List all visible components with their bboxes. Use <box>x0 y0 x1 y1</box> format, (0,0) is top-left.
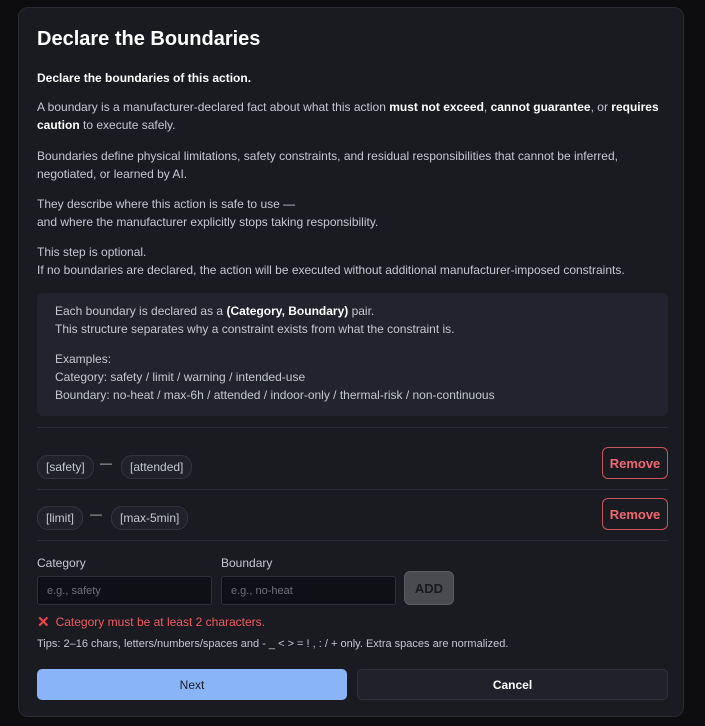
category-label: Category <box>37 556 86 570</box>
boundary-purpose-text: Boundaries define physical limitations, … <box>37 149 618 181</box>
examples-boundary: Boundary: no-heat / max-6h / attended / … <box>55 388 495 402</box>
error-text: Category must be at least 2 characters. <box>55 615 266 629</box>
boundary-tag: [max-5min] <box>111 506 189 530</box>
separator: — <box>90 507 102 521</box>
dialog-title: Declare the Boundaries <box>37 28 261 50</box>
info-box: Each boundary is declared as a (Category… <box>37 293 668 416</box>
separator: — <box>100 456 112 470</box>
next-button[interactable]: Next <box>37 669 347 700</box>
optional-step-text: This step is optional. If no boundaries a… <box>37 245 625 277</box>
examples-heading: Examples: <box>55 352 112 366</box>
x-mark-icon: ✕ <box>37 614 50 631</box>
boundary-label: Boundary <box>221 556 273 570</box>
boundaries-dialog: Declare the Boundaries Declare the bound… <box>18 7 684 717</box>
boundary-row: [limit] — [max-5min] Remove <box>37 498 668 534</box>
add-boundary-button[interactable]: ADD <box>404 571 454 605</box>
boundary-scope-text: They describe where this action is safe … <box>37 197 379 229</box>
boundary-row: [safety] — [attended] Remove <box>37 447 668 483</box>
category-input[interactable] <box>37 576 212 605</box>
examples-category: Category: safety / limit / warning / int… <box>55 370 306 384</box>
info-structure-line: This structure separates why a constrain… <box>55 322 455 336</box>
category-tag: [limit] <box>37 506 83 530</box>
divider <box>37 427 668 428</box>
cancel-button[interactable]: Cancel <box>357 669 668 700</box>
remove-boundary-button[interactable]: Remove <box>602 498 668 530</box>
boundary-input[interactable] <box>221 576 396 605</box>
validation-error: ✕ Category must be at least 2 characters… <box>37 613 265 631</box>
divider <box>37 540 668 541</box>
info-pair-line: Each boundary is declared as a (Category… <box>55 304 375 318</box>
divider <box>37 489 668 490</box>
dialog-subtitle: Declare the boundaries of this action. <box>37 71 252 85</box>
input-tips: Tips: 2–16 chars, letters/numbers/spaces… <box>37 638 509 650</box>
remove-boundary-button[interactable]: Remove <box>602 447 668 479</box>
boundary-definition-text: A boundary is a manufacturer-declared fa… <box>37 100 659 132</box>
boundary-tag: [attended] <box>121 455 193 479</box>
category-tag: [safety] <box>37 455 94 479</box>
